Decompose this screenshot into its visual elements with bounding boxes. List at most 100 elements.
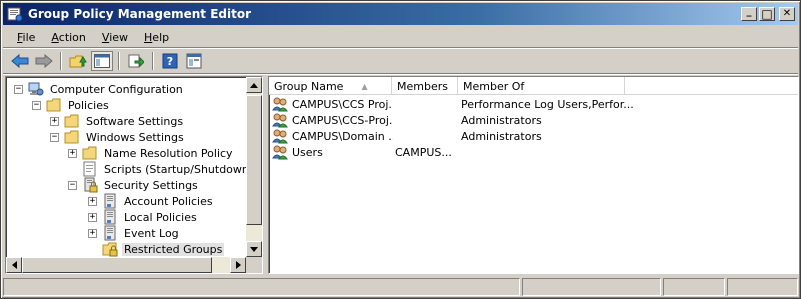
back-button[interactable] — [9, 51, 31, 71]
close-button[interactable]: ✕ — [779, 7, 795, 21]
list-item[interactable]: Users CAMPUS... — [269, 144, 689, 160]
expand-toggle[interactable]: + — [50, 116, 59, 126]
properties-button[interactable] — [183, 51, 205, 71]
scroll-thumb-horizontal[interactable] — [22, 257, 212, 273]
console-tree: − Computer Configuration − Policies + So… — [8, 79, 246, 259]
tree-vertical-scrollbar[interactable] — [246, 77, 262, 257]
tree-horizontal-scrollbar[interactable] — [6, 257, 246, 273]
list-item[interactable]: CAMPUS\CCS Proj... Performance Log Users… — [269, 96, 689, 112]
cell-group-name: CAMPUS\CCS-Proj... — [292, 113, 393, 127]
properties-icon — [186, 53, 202, 69]
title-bar[interactable]: Group Policy Management Editor _ □ ✕ — [3, 3, 798, 25]
tree-item-label: Policies — [68, 98, 109, 112]
scroll-left-button[interactable] — [6, 257, 22, 273]
tree-item-label: Restricted Groups — [122, 242, 225, 256]
tree-item-label: Local Policies — [124, 210, 197, 224]
tree-item-computer-configuration[interactable]: − Computer Configuration — [14, 81, 185, 97]
minimize-icon: _ — [746, 6, 752, 17]
window-title: Group Policy Management Editor — [28, 7, 252, 21]
tree-item-restricted-groups[interactable]: Restricted Groups — [88, 241, 225, 257]
tree-item-name-resolution-policy[interactable]: + Name Resolution Policy — [68, 145, 235, 161]
list-header: Group Name ▲ Members Member Of — [269, 77, 798, 95]
menu-bar: File Action View Help — [3, 27, 798, 47]
tree-item-label: Account Policies — [124, 194, 213, 208]
expand-toggle[interactable]: + — [88, 212, 97, 222]
collapse-toggle[interactable]: − — [50, 132, 59, 142]
script-icon — [83, 161, 96, 177]
menu-help[interactable]: Help — [136, 31, 177, 44]
policy-icon — [104, 193, 116, 209]
tree-item-label: Name Resolution Policy — [104, 146, 233, 160]
console-tree-pane: − Computer Configuration − Policies + So… — [5, 76, 263, 274]
column-header-members[interactable]: Members — [392, 77, 458, 95]
minimize-button[interactable]: _ — [741, 7, 757, 21]
tree-item-label: Event Log — [124, 226, 179, 240]
tree-item-software-settings[interactable]: + Software Settings — [50, 113, 185, 129]
back-arrow-icon — [11, 54, 29, 68]
forward-button[interactable] — [33, 51, 55, 71]
menu-file-label: ile — [22, 30, 36, 44]
list-item[interactable]: CAMPUS\CCS-Proj... Administrators — [269, 112, 689, 128]
no-expander — [68, 165, 77, 174]
gpme-app-icon — [7, 7, 23, 22]
expand-toggle[interactable]: + — [68, 148, 77, 158]
menu-action-label: ction — [58, 30, 86, 44]
tree-item-local-policies[interactable]: + Local Policies — [88, 209, 199, 225]
cell-member-of: Administrators — [461, 113, 542, 127]
security-settings-icon — [84, 177, 98, 193]
no-expander — [88, 245, 97, 254]
expand-toggle[interactable]: + — [88, 196, 97, 206]
column-header-group-name[interactable]: Group Name ▲ — [269, 77, 392, 95]
arrow-down-icon — [250, 246, 258, 252]
tree-item-security-settings[interactable]: − Security Settings — [68, 177, 200, 193]
collapse-toggle[interactable]: − — [68, 180, 77, 190]
column-header-member-of[interactable]: Member Of — [458, 77, 625, 95]
scroll-right-button[interactable] — [230, 257, 246, 273]
tree-item-account-policies[interactable]: + Account Policies — [88, 193, 215, 209]
tree-item-windows-settings[interactable]: − Windows Settings — [50, 129, 186, 145]
tree-item-policies[interactable]: − Policies — [32, 97, 111, 113]
forward-arrow-icon — [35, 54, 53, 68]
group-icon — [272, 113, 288, 128]
close-icon: ✕ — [782, 8, 792, 19]
scrollbar-corner — [246, 257, 262, 273]
list-item[interactable]: CAMPUS\Domain ... Administrators — [269, 128, 689, 144]
help-button[interactable]: ? — [159, 51, 181, 71]
scroll-thumb[interactable] — [246, 95, 262, 225]
cell-member-of: Performance Log Users,Perfor... — [461, 97, 634, 111]
collapse-toggle[interactable]: − — [14, 84, 23, 94]
show-hide-tree-button[interactable] — [91, 51, 113, 71]
computer-icon — [28, 82, 44, 96]
scroll-down-button[interactable] — [246, 241, 262, 257]
up-one-level-button[interactable] — [67, 51, 89, 71]
export-list-button[interactable] — [125, 51, 147, 71]
folder-icon — [64, 130, 79, 144]
toolbar-bottom-separator — [3, 73, 798, 75]
cell-group-name: CAMPUS\Domain ... — [292, 129, 393, 143]
tree-item-label: Security Settings — [104, 178, 198, 192]
tree-item-label: Windows Settings — [86, 130, 184, 144]
maximize-button[interactable]: □ — [759, 7, 775, 21]
toolbar-separator — [152, 52, 154, 70]
policy-icon — [104, 209, 116, 225]
tree-item-event-log[interactable]: + Event Log — [88, 225, 181, 241]
menu-view-label: iew — [109, 30, 129, 44]
menu-action[interactable]: Action — [43, 31, 93, 44]
tree-item-scripts[interactable]: Scripts (Startup/Shutdown) — [68, 161, 246, 177]
export-list-icon — [128, 54, 144, 68]
toolbar-separator — [118, 52, 120, 70]
show-hide-tree-icon — [94, 54, 110, 68]
menu-view[interactable]: View — [94, 31, 136, 44]
collapse-toggle[interactable]: − — [32, 100, 41, 110]
column-label: Member Of — [463, 79, 525, 93]
status-bar — [3, 278, 798, 298]
app-window: Group Policy Management Editor _ □ ✕ Fil… — [0, 0, 801, 299]
scroll-up-button[interactable] — [246, 77, 262, 93]
svg-text:?: ? — [167, 55, 173, 68]
menu-file[interactable]: File — [9, 31, 43, 44]
column-label: Group Name — [274, 79, 344, 93]
details-list-pane: Group Name ▲ Members Member Of CAMPUS\CC… — [268, 76, 799, 274]
expand-toggle[interactable]: + — [88, 228, 97, 238]
tree-item-label: Scripts (Startup/Shutdown) — [104, 162, 246, 176]
arrow-left-icon — [11, 261, 17, 269]
